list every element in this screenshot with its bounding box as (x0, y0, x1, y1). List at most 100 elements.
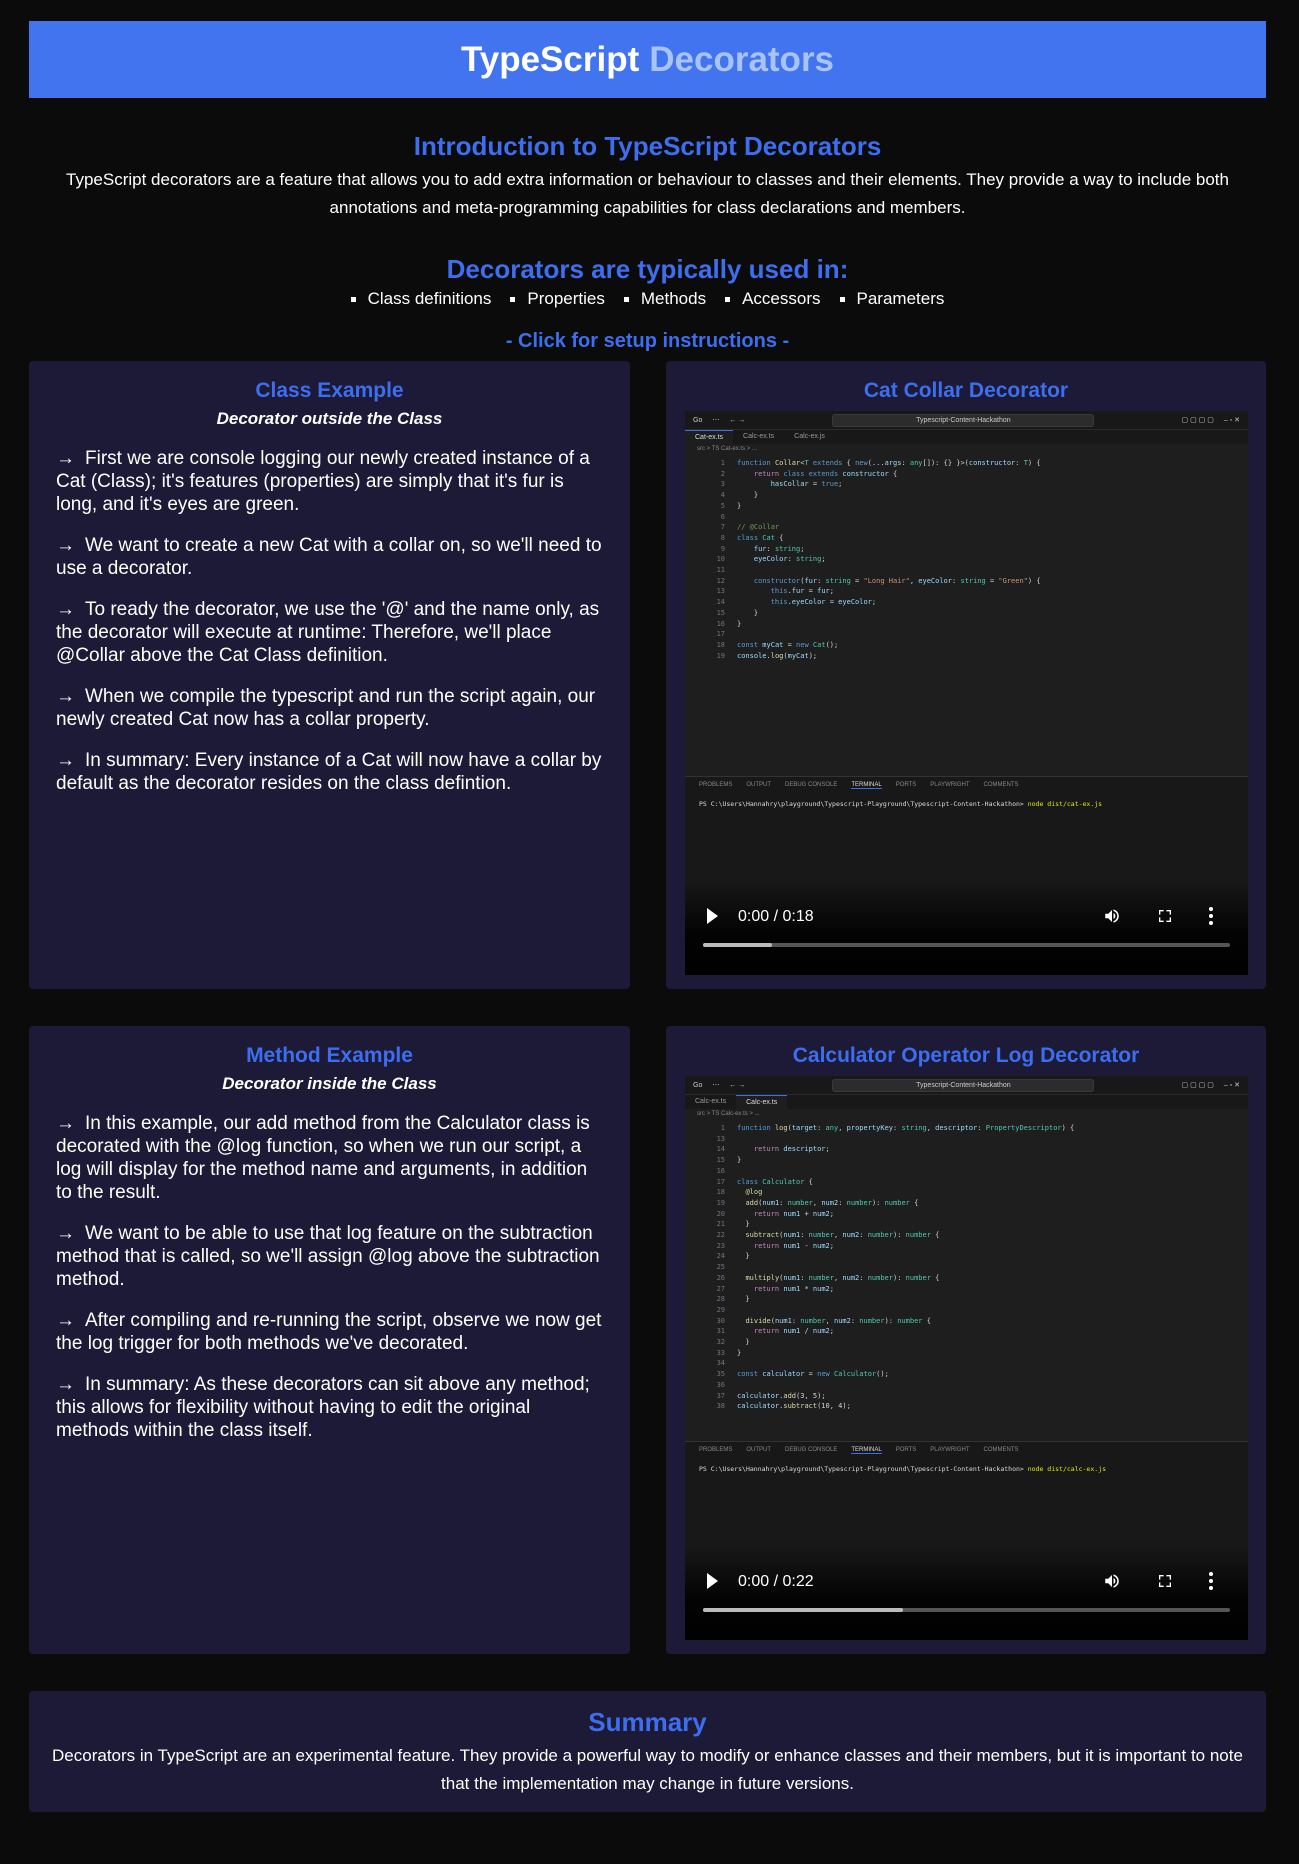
cat-video-player[interactable]: Go ⋯ ← → Typescript-Content-Hackathon ▢ ▢… (685, 411, 1248, 975)
class-example-card: Class Example Decorator outside the Clas… (29, 361, 630, 989)
more-options-icon[interactable] (1207, 906, 1215, 926)
terminal-command: node dist/cat-ex.js (1027, 800, 1103, 808)
editor-tabs: Calc-ex.ts Calc-ex.ts (685, 1095, 1248, 1109)
panel-tab: COMMENTS (983, 782, 1019, 788)
volume-icon[interactable] (1103, 1572, 1121, 1590)
uses-item: Parameters (840, 289, 945, 309)
intro-heading: Introduction to TypeScript Decorators (413, 131, 882, 161)
panel-tab: PROBLEMS (699, 1447, 733, 1453)
panel-tab: PLAYWRIGHT (930, 1447, 970, 1453)
fullscreen-icon[interactable] (1157, 908, 1173, 924)
window-controls-icon: – ▫ ✕ (1223, 1082, 1240, 1089)
arrow-icon: → (56, 750, 75, 771)
class-example-subtitle: Decorator outside the Class (216, 409, 443, 428)
panel-tabs: PROBLEMS OUTPUT DEBUG CONSOLE TERMINAL P… (685, 777, 1248, 794)
editor-tab: Cat-ex.ts (685, 430, 734, 444)
summary-text: Decorators in TypeScript are an experime… (52, 1746, 1243, 1793)
arrow-icon: → (56, 599, 75, 620)
play-icon[interactable] (707, 1573, 718, 1589)
window-controls-icon: – ▫ ✕ (1223, 417, 1240, 424)
vscode-titlebar: Go ⋯ ← → Typescript-Content-Hackathon ▢ ▢… (685, 411, 1248, 430)
editor-tab: Calc-ex.ts (736, 1095, 788, 1109)
arrow-icon: → (56, 1113, 75, 1134)
panel-tab: DEBUG CONSOLE (785, 782, 838, 788)
setup-instructions-link[interactable]: - Click for setup instructions - (29, 330, 1266, 353)
play-icon[interactable] (707, 908, 718, 924)
method-example-subtitle: Decorator inside the Class (222, 1074, 437, 1093)
class-example-paragraph: → First we are console logging our newly … (29, 447, 630, 516)
method-example-paragraph: → In this example, our add method from th… (29, 1112, 630, 1204)
class-example-paragraph: → In summary: Every instance of a Cat wil… (29, 749, 630, 795)
arrow-icon: → (56, 535, 75, 556)
editor-tab: Calc-ex.ts (695, 1098, 727, 1105)
page-header: TypeScript Decorators (29, 21, 1266, 98)
terminal-prompt: PS C:\Users\Hannahry\playground\Typescri… (699, 1465, 1024, 1473)
more-menu-icon: ⋯ (712, 1082, 720, 1089)
paragraph-text: When we compile the typescript and run t… (56, 686, 596, 730)
video-time: 0:00 / 0:18 (738, 908, 814, 925)
video-controls: 0:00 / 0:18 (685, 880, 1248, 975)
go-menu: Go (693, 1081, 703, 1089)
uses-heading: Decorators are typically used in: (446, 254, 849, 284)
editor-tab: Calc-ex.ts (743, 433, 775, 440)
arrow-icon: → (56, 686, 75, 707)
intro-text: TypeScript decorators are a feature that… (66, 170, 1229, 217)
terminal-command: node dist/calc-ex.js (1027, 1465, 1107, 1473)
video-progress-fill (703, 943, 772, 947)
uses-list: Class definitions Properties Methods Acc… (29, 289, 1266, 309)
panel-tab: PORTS (895, 782, 917, 788)
paragraph-text: To ready the decorator, we use the '@' a… (56, 599, 600, 666)
terminal-output: PS C:\Users\Hannahry\playground\Typescri… (685, 1459, 1248, 1479)
panel-tab: OUTPUT (746, 782, 772, 788)
go-menu: Go (693, 416, 703, 424)
method-example-title: Method Example (246, 1044, 413, 1067)
cat-video-title: Cat Collar Decorator (863, 379, 1069, 402)
panel-tabs: PROBLEMS OUTPUT DEBUG CONSOLE TERMINAL P… (685, 1442, 1248, 1459)
panel-tab: PLAYWRIGHT (930, 782, 970, 788)
paragraph-text: In summary: As these decorators can sit … (56, 1374, 590, 1441)
uses-item: Class definitions (351, 289, 492, 309)
class-example-paragraph: → When we compile the typescript and run … (29, 685, 630, 731)
method-example-card: Method Example Decorator inside the Clas… (29, 1026, 630, 1654)
summary-heading: Summary (588, 1707, 707, 1737)
video-progress-bar[interactable] (703, 1608, 1230, 1612)
editor-breadcrumb: src > TS Cat-ex.ts > ... (697, 446, 757, 452)
panel-tab: PORTS (895, 1447, 917, 1453)
more-menu-icon: ⋯ (712, 417, 720, 424)
panel-tab: OUTPUT (746, 1447, 772, 1453)
paragraph-text: After compiling and re-running the scrip… (56, 1310, 602, 1354)
fullscreen-icon[interactable] (1157, 1573, 1173, 1589)
paragraph-text: We want to be able to use that log featu… (56, 1223, 600, 1290)
calc-video-player[interactable]: Go ⋯ ← → Typescript-Content-Hackathon ▢ ▢… (685, 1076, 1248, 1640)
nav-arrows-icon: ← → (729, 1081, 746, 1089)
volume-icon[interactable] (1103, 907, 1121, 925)
uses-section: Decorators are typically used in: Class … (29, 254, 1266, 309)
panel-tab: TERMINAL (851, 1447, 882, 1454)
video-controls: 0:00 / 0:22 (685, 1545, 1248, 1640)
video-progress-bar[interactable] (703, 943, 1230, 947)
paragraph-text: First we are console logging our newly c… (56, 448, 590, 515)
header-title-accent: Decorators (649, 39, 835, 79)
calc-video-card: Calculator Operator Log Decorator Go ⋯ ← … (666, 1026, 1266, 1654)
layout-icons: ▢ ▢ ▢ ▢ (1181, 417, 1214, 424)
panel-tab: COMMENTS (983, 1447, 1019, 1453)
command-center: Typescript-Content-Hackathon (832, 1078, 1095, 1092)
editor-tab: Calc-ex.js (794, 433, 825, 440)
header-title-main: TypeScript (460, 39, 640, 79)
uses-item: Properties (510, 289, 604, 309)
panel-tab: DEBUG CONSOLE (785, 1447, 838, 1453)
paragraph-text: We want to create a new Cat with a colla… (56, 535, 602, 579)
method-example-paragraph: → In summary: As these decorators can sit… (29, 1373, 630, 1442)
video-progress-fill (703, 1608, 904, 1612)
more-options-icon[interactable] (1207, 1571, 1215, 1591)
paragraph-text: In summary: Every instance of a Cat will… (56, 750, 602, 794)
nav-arrows-icon: ← → (729, 416, 746, 424)
editor-tabs: Cat-ex.ts Calc-ex.ts Calc-ex.js (685, 430, 1248, 444)
arrow-icon: → (56, 1223, 75, 1244)
summary-section: Summary Decorators in TypeScript are an … (29, 1691, 1266, 1812)
paragraph-text: In this example, our add method from the… (56, 1113, 590, 1203)
arrow-icon: → (56, 1310, 75, 1331)
method-example-paragraph: → After compiling and re-running the scri… (29, 1309, 630, 1355)
arrow-icon: → (56, 448, 75, 469)
video-time: 0:00 / 0:22 (738, 1573, 814, 1590)
